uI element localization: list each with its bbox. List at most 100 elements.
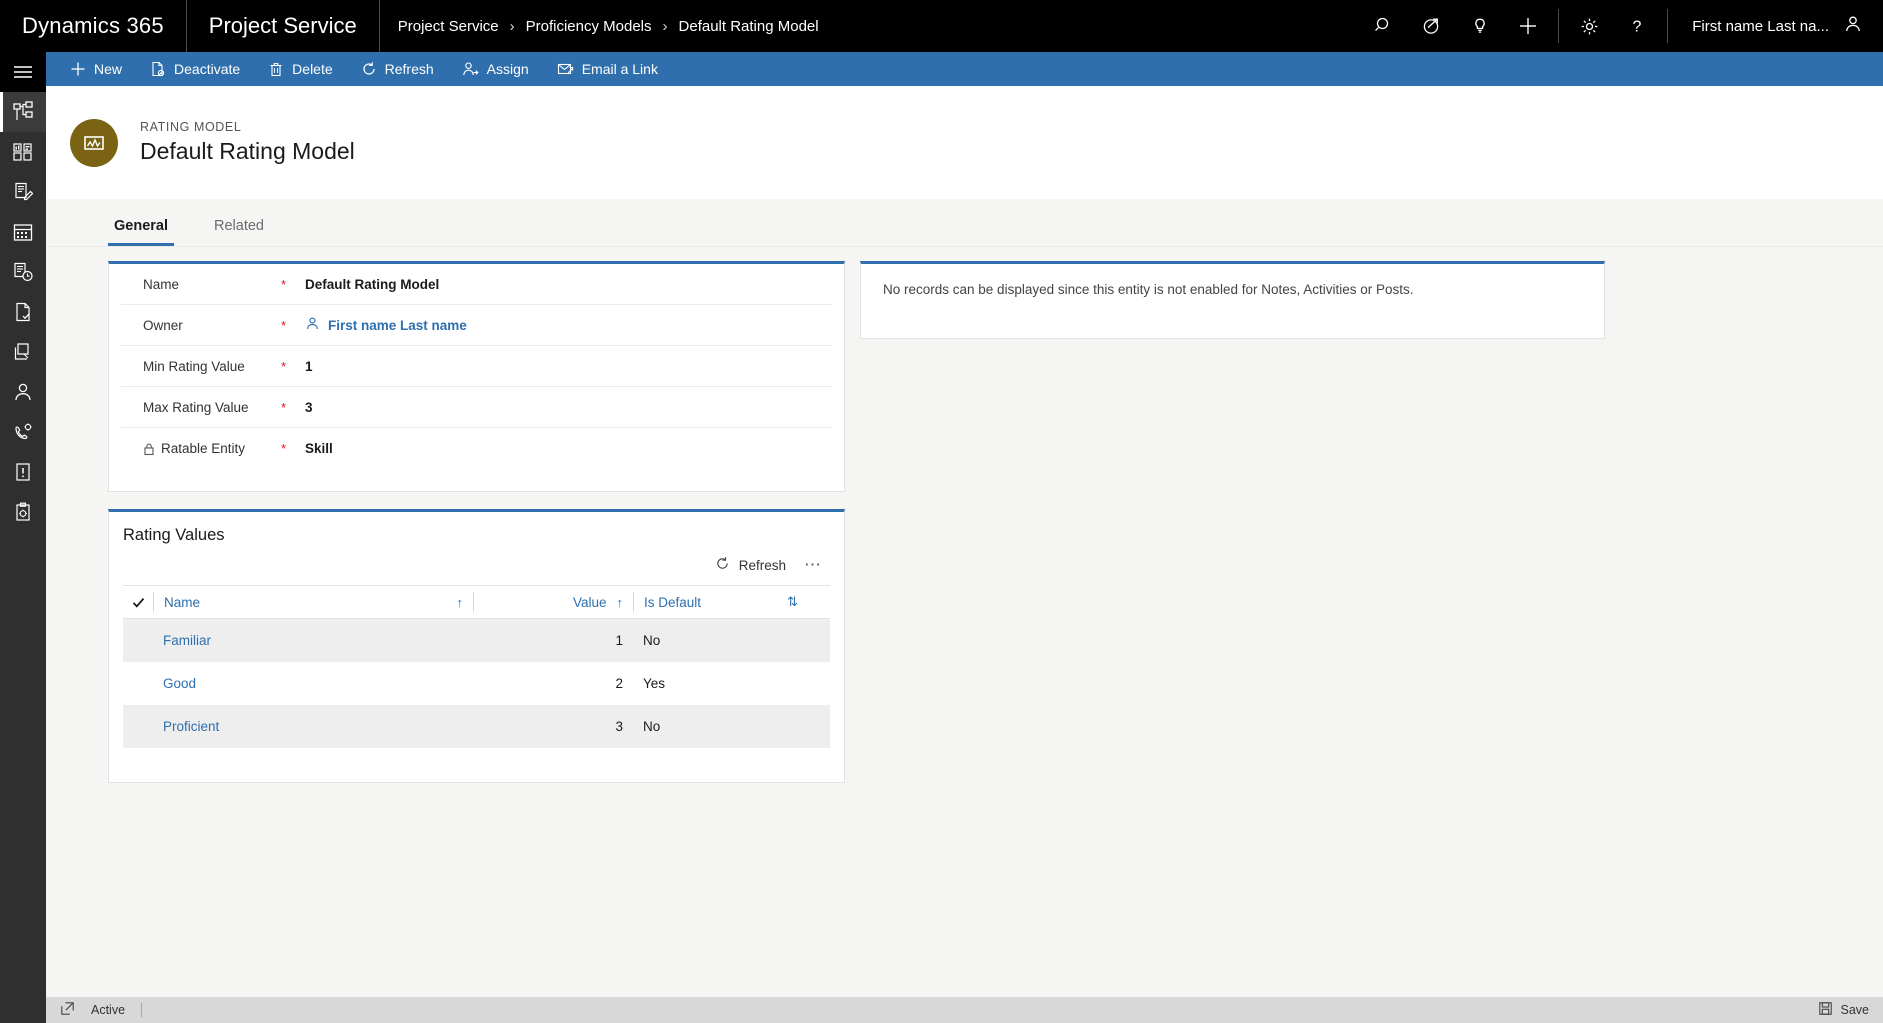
topbar-divider — [1558, 9, 1560, 43]
breadcrumb-item-1[interactable]: Project Service — [398, 18, 499, 35]
topbar-divider — [1667, 9, 1669, 43]
table-row[interactable]: Proficient 3 No — [123, 705, 830, 748]
new-button-label: New — [94, 61, 123, 77]
column-header-value[interactable]: Value ↑ — [473, 592, 633, 612]
email-link-button[interactable]: Email a Link — [543, 52, 672, 86]
sidebar-item-dashboard[interactable] — [0, 132, 46, 172]
breadcrumb: Project Service › Proficiency Models › D… — [380, 0, 837, 52]
sidebar-item-calendar[interactable] — [0, 212, 46, 252]
field-max-rating-value-label: Max Rating Value — [143, 399, 249, 415]
person-icon — [305, 316, 320, 334]
row-name-link[interactable]: Good — [153, 676, 473, 691]
form-body: Name * Default Rating Model Owner * Firs… — [46, 247, 1883, 997]
field-max-rating-value-value[interactable]: 3 — [305, 400, 313, 415]
save-button[interactable]: Save — [1818, 1001, 1870, 1019]
popout-icon[interactable] — [60, 1001, 75, 1019]
more-options-icon[interactable]: ⋯ — [804, 555, 822, 575]
new-button[interactable]: New — [56, 52, 136, 86]
tab-general-label: General — [114, 218, 168, 234]
search-icon[interactable] — [1360, 0, 1408, 52]
chevron-right-icon: › — [509, 17, 515, 35]
row-is-default: No — [643, 719, 661, 734]
row-name-link[interactable]: Proficient — [153, 719, 473, 734]
notes-panel: No records can be displayed since this e… — [860, 261, 1605, 339]
required-indicator: * — [281, 441, 287, 456]
user-menu[interactable]: First name Last na... — [1674, 0, 1883, 52]
record-title-block: RATING MODEL Default Rating Model — [140, 120, 355, 165]
sidebar-item-hierarchy[interactable] — [0, 92, 46, 132]
row-value: 1 — [615, 633, 623, 648]
field-min-rating-value-value[interactable]: 1 — [305, 359, 313, 374]
sidebar-item-recent[interactable] — [0, 252, 46, 292]
sidebar-item-clipboard-settings[interactable] — [0, 492, 46, 532]
table-row[interactable]: Familiar 1 No — [123, 619, 830, 662]
field-owner-value[interactable]: First name Last name — [305, 316, 467, 334]
field-owner-label: Owner — [143, 317, 183, 333]
field-ratable-entity-value: Skill — [305, 441, 333, 456]
required-indicator: * — [281, 276, 287, 292]
gear-icon[interactable] — [1565, 0, 1613, 52]
required-indicator: * — [281, 399, 287, 415]
save-disk-icon — [1818, 1001, 1833, 1019]
field-owner[interactable]: Owner * First name Last name — [121, 305, 832, 346]
sort-ascending-icon: ↑ — [616, 594, 624, 610]
breadcrumb-item-3[interactable]: Default Rating Model — [679, 18, 819, 35]
sort-ascending-icon: ↑ — [456, 594, 464, 610]
sidebar-item-copy[interactable] — [0, 332, 46, 372]
sort-both-icon: ⇅ — [787, 594, 798, 609]
column-header-value-label: Value — [572, 594, 607, 610]
plus-icon[interactable] — [1504, 0, 1552, 52]
sidebar-item-call-settings[interactable] — [0, 412, 46, 452]
field-max-rating-value[interactable]: Max Rating Value * 3 — [121, 387, 832, 428]
sidebar-item-notes[interactable] — [0, 172, 46, 212]
notes-empty-message: No records can be displayed since this e… — [883, 282, 1414, 297]
avatar — [1843, 14, 1863, 38]
record-header: RATING MODEL Default Rating Model — [46, 86, 1883, 199]
subgrid-refresh-button[interactable]: Refresh — [715, 556, 786, 574]
save-button-label: Save — [1840, 1003, 1870, 1017]
lightbulb-icon[interactable] — [1456, 0, 1504, 52]
row-value: 2 — [615, 676, 623, 691]
tab-related[interactable]: Related — [208, 218, 270, 246]
column-header-name[interactable]: Name ↑ — [153, 592, 473, 612]
refresh-icon — [361, 61, 377, 77]
record-entity-label: RATING MODEL — [140, 120, 242, 134]
row-is-default: Yes — [643, 676, 666, 691]
select-all-checkbox[interactable] — [123, 595, 153, 610]
app-name[interactable]: Project Service — [187, 0, 380, 52]
sidebar-item-document[interactable] — [0, 292, 46, 332]
user-name-label: First name Last na... — [1692, 17, 1829, 35]
table-row[interactable]: Good 2 Yes — [123, 662, 830, 705]
trash-icon — [268, 61, 284, 77]
rating-values-subgrid: Rating Values Refresh ⋯ Name ↑ Value ↑ I… — [108, 509, 845, 783]
tab-general[interactable]: General — [108, 218, 174, 246]
site-map-icon[interactable] — [0, 52, 46, 92]
assistant-icon[interactable] — [1408, 0, 1456, 52]
refresh-button[interactable]: Refresh — [347, 52, 448, 86]
subgrid-refresh-label: Refresh — [738, 557, 786, 573]
svg-text:?: ? — [1633, 19, 1642, 36]
deactivate-button[interactable]: Deactivate — [136, 52, 254, 86]
field-name[interactable]: Name * Default Rating Model — [121, 264, 832, 305]
email-link-button-label: Email a Link — [581, 61, 658, 77]
help-icon[interactable]: ? — [1613, 0, 1661, 52]
breadcrumb-item-2[interactable]: Proficiency Models — [526, 18, 652, 35]
row-value: 3 — [615, 719, 623, 734]
status-bar: Active Save — [46, 997, 1883, 1023]
field-name-value[interactable]: Default Rating Model — [305, 277, 439, 292]
row-name-link[interactable]: Familiar — [153, 633, 473, 648]
top-navigation-bar: Dynamics 365 Project Service Project Ser… — [0, 0, 1883, 52]
form-tabs: General Related — [46, 199, 1883, 247]
assign-button[interactable]: Assign — [448, 52, 543, 86]
sidebar-item-contact[interactable] — [0, 372, 46, 412]
delete-button[interactable]: Delete — [254, 52, 346, 86]
field-min-rating-value[interactable]: Min Rating Value * 1 — [121, 346, 832, 387]
brand-logo[interactable]: Dynamics 365 — [0, 0, 187, 52]
column-header-is-default[interactable]: Is Default ⇅ — [633, 592, 808, 612]
chevron-right-icon: › — [662, 17, 668, 35]
rating-model-icon — [70, 118, 118, 167]
refresh-icon — [715, 556, 730, 574]
sidebar-item-alert[interactable] — [0, 452, 46, 492]
deactivate-icon — [150, 61, 166, 77]
assign-button-label: Assign — [486, 61, 529, 77]
